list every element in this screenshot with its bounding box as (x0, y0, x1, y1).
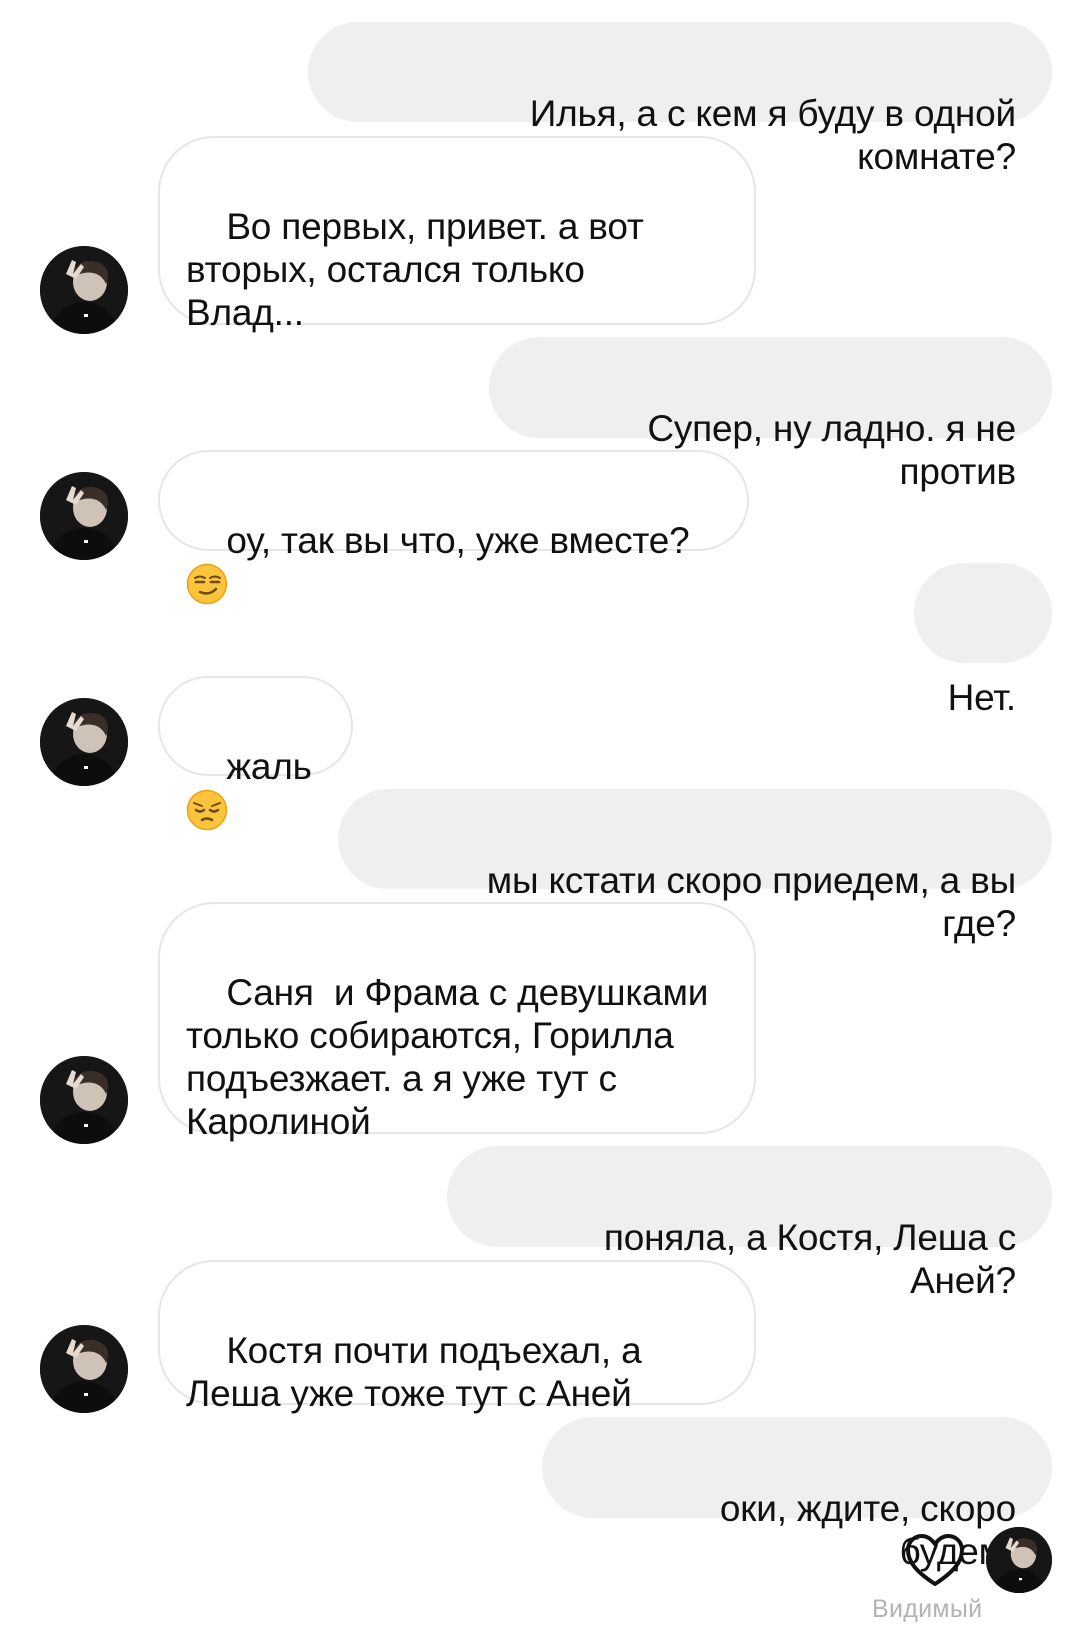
profile-photo-icon (40, 472, 128, 560)
message-text: оки, ждите, скоро будем) (719, 1488, 1027, 1572)
seen-status: Видимый (872, 1595, 983, 1623)
message-outgoing[interactable]: мы кстати скоро приедем, а вы где? (338, 789, 1052, 944)
profile-photo-icon (40, 246, 128, 334)
profile-photo-icon (40, 1325, 128, 1413)
chat-thread: Илья, а с кем я буду в одной комнате? Во… (0, 0, 1080, 1646)
message-incoming[interactable]: оу, так вы что, уже вместе? (158, 450, 749, 605)
message-incoming[interactable]: Во первых, привет. а вот вторых, остался… (158, 136, 756, 333)
message-text: Во первых, привет. а вот вторых, остался… (186, 206, 644, 333)
message-outgoing[interactable]: поняла, а Костя, Леша с Аней? (447, 1146, 1052, 1301)
profile-photo-icon (40, 1056, 128, 1144)
seen-avatar[interactable] (986, 1527, 1052, 1593)
message-text: оу, так вы что, уже вместе? (226, 520, 700, 561)
message-outgoing[interactable]: Супер, ну ладно. я не против (489, 337, 1052, 492)
message-text: Саня и Фрама с девушками только собирают… (186, 972, 709, 1142)
heart-outline-icon[interactable] (905, 1533, 965, 1589)
pensive-face-icon (186, 789, 228, 831)
message-outgoing[interactable]: Нет. (914, 563, 1052, 718)
message-incoming[interactable]: Саня и Фрама с девушками только собирают… (158, 902, 756, 1142)
message-incoming[interactable]: жаль (158, 676, 353, 831)
profile-photo-icon (40, 698, 128, 786)
message-text: Костя почти подъехал, а Леша уже тоже ту… (186, 1330, 642, 1414)
avatar[interactable] (40, 1325, 128, 1413)
message-incoming[interactable]: Костя почти подъехал, а Леша уже тоже ту… (158, 1260, 756, 1414)
avatar[interactable] (40, 698, 128, 786)
profile-photo-icon (986, 1527, 1052, 1593)
avatar[interactable] (40, 472, 128, 560)
avatar[interactable] (40, 246, 128, 334)
message-outgoing[interactable]: оки, ждите, скоро будем) (542, 1417, 1052, 1572)
smirking-face-icon (186, 563, 228, 605)
message-text: Нет. (947, 677, 1017, 718)
avatar[interactable] (40, 1056, 128, 1144)
message-text: жаль (226, 746, 312, 787)
message-outgoing[interactable]: Илья, а с кем я буду в одной комнате? (308, 22, 1052, 177)
